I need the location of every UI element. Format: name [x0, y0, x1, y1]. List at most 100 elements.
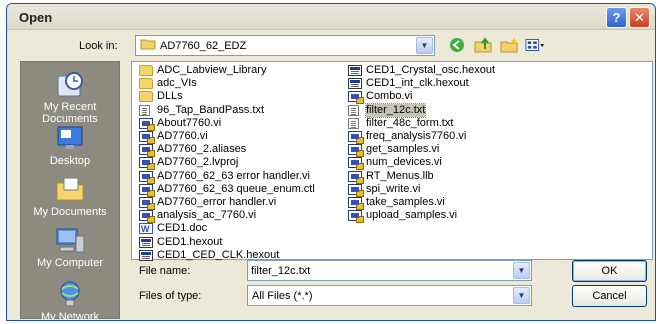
file-name: adc_VIs — [157, 77, 197, 90]
labview-vi-icon — [348, 170, 364, 184]
look-in-combo[interactable]: AD7760_62_EDZ ▼ — [135, 35, 435, 56]
up-folder-icon[interactable] — [473, 36, 493, 54]
file-name: About7760.vi — [157, 116, 222, 129]
file-name: DLLs — [157, 90, 183, 103]
file-list-item[interactable]: CED1.doc — [139, 222, 349, 236]
help-button[interactable]: ? — [606, 7, 627, 28]
place-my-network[interactable]: My Network — [21, 280, 119, 320]
file-list-item[interactable]: CED1_int_clk.hexout — [348, 77, 548, 90]
file-list-item[interactable]: ADC_Labview_Library — [139, 64, 349, 77]
cancel-button[interactable]: Cancel — [572, 285, 647, 307]
file-list-item[interactable]: filter_12c.txt — [348, 102, 548, 118]
view-menu-icon[interactable] — [525, 36, 545, 54]
place-my-computer[interactable]: My Computer — [21, 226, 119, 269]
file-name: AD7760_2.aliases — [157, 143, 247, 156]
word-document-icon — [139, 223, 153, 236]
labview-vi-icon — [139, 196, 155, 210]
desktop-icon — [54, 124, 86, 152]
labview-vi-icon — [139, 144, 155, 158]
file-name: AD7760_2.lvproj — [157, 156, 239, 169]
folder-icon — [139, 91, 153, 103]
look-in-value: AD7760_62_EDZ — [160, 39, 247, 52]
file-name: RT_Menus.llb — [366, 169, 434, 182]
file-name: 96_Tap_BandPass.txt — [157, 103, 265, 116]
open-dialog: Open ? ✕ Look in: AD7760_62_EDZ ▼ My Rec… — [6, 3, 656, 321]
file-name: CED1.doc — [157, 222, 208, 235]
labview-vi-icon — [348, 91, 364, 105]
file-name: filter_12c.txt — [364, 102, 427, 118]
file-list-item[interactable]: AD7760_error handler.vi — [139, 195, 349, 210]
window-title: Open — [19, 10, 53, 25]
place-label: My Documents — [33, 206, 107, 218]
file-list-item[interactable]: 96_Tap_BandPass.txt — [139, 104, 349, 117]
file-list-item[interactable]: About7760.vi — [139, 116, 349, 131]
text-file-icon — [348, 104, 359, 116]
file-list-item[interactable]: adc_VIs — [139, 77, 349, 90]
chevron-down-icon[interactable]: ▼ — [416, 37, 433, 54]
file-name-input[interactable] — [251, 262, 513, 279]
labview-vi-icon — [348, 157, 364, 171]
file-list-item[interactable]: Combo.vi — [348, 90, 548, 105]
toolbar — [447, 36, 545, 54]
labview-vi-icon — [348, 183, 364, 197]
file-list-item[interactable]: CED1_Crystal_osc.hexout — [348, 64, 548, 77]
file-name: num_devices.vi — [366, 156, 442, 169]
labview-vi-icon — [348, 131, 364, 145]
file-list-item[interactable]: freq_analysis7760.vi — [348, 130, 548, 145]
new-folder-icon[interactable] — [499, 36, 519, 54]
labview-vi-icon — [139, 157, 155, 171]
file-list-item[interactable]: analysis_ac_7760.vi — [139, 209, 349, 224]
place-label: My Recent Documents — [42, 101, 98, 125]
file-list-item[interactable]: upload_samples.vi — [348, 209, 548, 224]
close-icon: ✕ — [634, 10, 645, 25]
file-list-item[interactable]: AD7760_62_63 error handler.vi — [139, 170, 349, 184]
file-list-item[interactable]: AD7760_2.aliases — [139, 143, 349, 158]
file-list-item[interactable]: AD7760_2.lvproj — [139, 156, 349, 171]
recent-documents-icon — [54, 70, 86, 98]
labview-vi-icon — [139, 117, 155, 131]
labview-vi-icon — [139, 183, 155, 197]
file-name: AD7760_62_63 queue_enum.ctl — [157, 182, 315, 195]
folder-icon — [139, 65, 153, 77]
place-my-recent-documents[interactable]: My Recent Documents — [21, 70, 119, 125]
file-list-item[interactable]: DLLs — [139, 90, 349, 103]
chevron-down-icon[interactable]: ▼ — [513, 262, 530, 279]
hex-file-icon — [348, 78, 362, 90]
close-button[interactable]: ✕ — [629, 7, 650, 28]
file-name: CED1_int_clk.hexout — [366, 77, 469, 90]
file-name: AD7760.vi — [157, 130, 208, 143]
place-desktop[interactable]: Desktop — [21, 124, 119, 167]
file-list-item[interactable]: spi_write.vi — [348, 183, 548, 197]
file-name: filter_48c_form.txt — [366, 116, 454, 129]
chevron-down-icon[interactable]: ▼ — [513, 287, 530, 304]
hex-file-icon — [348, 65, 362, 77]
place-label: Desktop — [49, 155, 91, 167]
file-list-item[interactable]: filter_48c_form.txt — [348, 117, 548, 130]
labview-vi-icon — [139, 210, 155, 224]
file-name: CED1_Crystal_osc.hexout — [366, 64, 496, 77]
labview-vi-icon — [139, 131, 155, 145]
title-bar[interactable]: Open ? ✕ — [7, 4, 655, 30]
file-name: ADC_Labview_Library — [157, 64, 267, 77]
folder-icon — [139, 78, 153, 90]
file-list-column-1: ADC_Labview_Library adc_VIs DLLs 96_Tap_Ban… — [139, 64, 349, 262]
file-name: AD7760_error handler.vi — [157, 195, 277, 208]
file-list[interactable]: ADC_Labview_Library adc_VIs DLLs 96_Tap_Ban… — [131, 61, 653, 262]
back-icon[interactable] — [447, 36, 467, 54]
ok-button[interactable]: OK — [572, 260, 647, 282]
place-my-documents[interactable]: My Documents — [21, 175, 119, 218]
look-in-label: Look in: — [79, 40, 118, 52]
file-name-combo[interactable]: ▼ — [247, 260, 532, 281]
file-list-item[interactable]: RT_Menus.llb — [348, 169, 548, 184]
file-name: get_samples.vi — [366, 143, 440, 156]
file-list-item[interactable]: CED1.hexout — [139, 235, 349, 248]
file-list-item[interactable]: num_devices.vi — [348, 156, 548, 171]
file-name-label: File name: — [139, 265, 191, 277]
file-list-item[interactable]: get_samples.vi — [348, 143, 548, 158]
file-type-select[interactable]: All Files (*.*) ▼ — [247, 285, 532, 306]
labview-vi-icon — [348, 210, 364, 224]
file-list-item[interactable]: AD7760_62_63 queue_enum.ctl — [139, 182, 349, 197]
file-list-item[interactable]: take_samples.vi — [348, 196, 548, 210]
my-computer-icon — [54, 226, 86, 254]
file-list-item[interactable]: AD7760.vi — [139, 130, 349, 145]
